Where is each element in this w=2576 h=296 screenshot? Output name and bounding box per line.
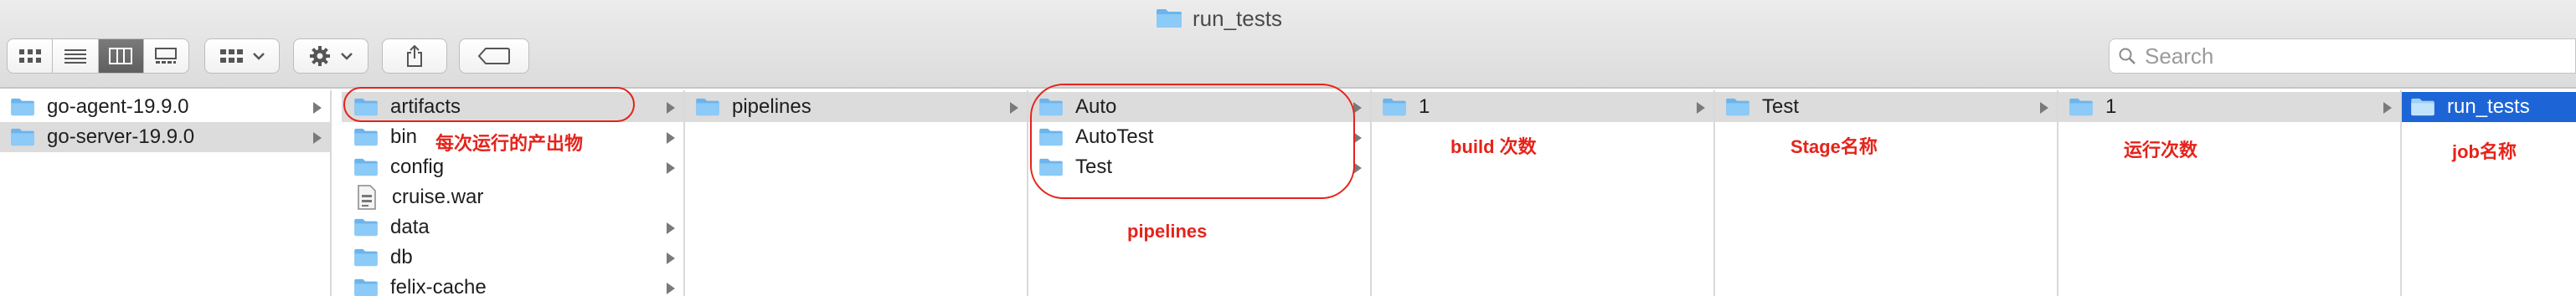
disclosure-arrow-icon <box>667 283 675 294</box>
column-0: go-agent-19.9.0 go-server-19.9.0 <box>0 90 332 296</box>
list-item[interactable]: 1 <box>2058 92 2400 122</box>
folder-icon <box>2069 98 2093 116</box>
list-item-label: 1 <box>1419 95 1430 118</box>
annotation-job: job名称 <box>2452 141 2517 162</box>
disclosure-arrow-icon <box>2383 102 2392 114</box>
list-item[interactable]: go-agent-19.9.0 <box>0 92 330 122</box>
gear-icon <box>310 46 330 66</box>
tag-button[interactable] <box>459 38 529 74</box>
column-7: run_tests <box>2402 90 2576 296</box>
list-item[interactable]: 1 <box>1372 92 1713 122</box>
list-item-label: data <box>390 216 430 238</box>
list-item-label: config <box>390 156 445 178</box>
search-field[interactable]: Search <box>2109 38 2576 74</box>
disclosure-arrow-icon <box>667 222 675 234</box>
folder-icon <box>696 98 719 116</box>
disclosure-arrow-icon <box>667 132 675 144</box>
annotation-pipelines: pipelines <box>1127 221 1208 242</box>
chevron-down-icon <box>253 53 265 60</box>
list-item-label: bin <box>390 125 418 148</box>
column-2: pipelines <box>685 90 1028 296</box>
column-5: Test <box>1715 90 2058 296</box>
list-item-label: db <box>390 246 413 268</box>
disclosure-arrow-icon <box>313 132 322 144</box>
search-placeholder: Search <box>2145 43 2214 69</box>
column-4: 1 <box>1372 90 1715 296</box>
folder-icon <box>1726 98 1749 116</box>
annotation-build: build 次数 <box>1450 136 1537 157</box>
gallery-view-icon <box>155 48 178 64</box>
list-item[interactable]: Test <box>1715 92 2057 122</box>
folder-icon <box>1157 9 1182 28</box>
search-icon <box>2119 48 2136 64</box>
window-title: run_tests <box>1156 3 1282 33</box>
column-6: 1 <box>2058 90 2402 296</box>
list-item-label: run_tests <box>2447 95 2530 118</box>
column-browser: go-agent-19.9.0 go-server-19.9.0 artifac… <box>0 84 2576 296</box>
folder-icon <box>354 218 378 237</box>
action-button[interactable] <box>293 38 368 74</box>
folder-icon <box>354 128 378 146</box>
annotation-artifacts: 每次运行的产出物 <box>435 133 584 154</box>
disclosure-arrow-icon <box>667 162 675 174</box>
list-item[interactable]: data <box>342 212 683 242</box>
list-item[interactable]: db <box>342 242 683 273</box>
list-item[interactable]: pipelines <box>685 92 1027 122</box>
window-title-text: run_tests <box>1193 5 1282 31</box>
icon-view-button[interactable] <box>8 39 54 73</box>
share-button[interactable] <box>382 38 447 74</box>
tag-icon <box>477 48 510 64</box>
column-view-icon <box>109 48 133 64</box>
folder-icon <box>11 128 34 146</box>
folder-icon <box>11 98 34 116</box>
group-by-button[interactable] <box>204 38 280 74</box>
disclosure-arrow-icon <box>667 102 675 114</box>
share-icon <box>407 44 422 67</box>
list-item-label: 1 <box>2105 95 2117 118</box>
annotation-stage: Stage名称 <box>1790 136 1878 157</box>
view-mode-control <box>7 38 189 74</box>
annotation-ring-pipelines <box>1030 84 1355 199</box>
list-item[interactable]: cruise.war <box>342 182 683 212</box>
list-item-label: go-server-19.9.0 <box>47 125 195 148</box>
list-item[interactable]: felix-cache <box>342 273 683 296</box>
list-item-label: pipelines <box>732 95 811 118</box>
finder-toolbar: run_tests Search <box>0 0 2576 89</box>
annotation-run: 运行次数 <box>2124 140 2198 161</box>
list-item-label: go-agent-19.9.0 <box>47 95 189 118</box>
disclosure-arrow-icon <box>1697 102 1705 114</box>
list-item[interactable]: go-server-19.9.0 <box>0 122 330 152</box>
gallery-view-button[interactable] <box>144 39 188 73</box>
list-item[interactable]: run_tests <box>2402 92 2576 122</box>
disclosure-arrow-icon <box>1010 102 1018 114</box>
list-view-button[interactable] <box>53 39 99 73</box>
disclosure-arrow-icon <box>667 253 675 264</box>
list-item[interactable]: config <box>342 152 683 182</box>
group-by-icon <box>220 49 243 63</box>
war-file-icon <box>358 185 376 210</box>
list-item-label: Test <box>1762 95 1800 118</box>
icon-view-icon <box>18 49 41 63</box>
list-view-icon <box>64 49 86 64</box>
folder-icon <box>354 278 378 296</box>
folder-icon <box>354 158 378 176</box>
annotation-ring-artifacts <box>343 87 635 122</box>
column-view-button[interactable] <box>98 39 144 73</box>
list-item-label: felix-cache <box>390 276 487 296</box>
disclosure-arrow-icon <box>2040 102 2048 114</box>
folder-icon <box>2411 98 2434 116</box>
chevron-down-icon <box>341 53 353 60</box>
folder-icon <box>1383 98 1406 116</box>
list-item-label: cruise.war <box>392 186 484 208</box>
folder-icon <box>354 248 378 267</box>
disclosure-arrow-icon <box>313 102 322 114</box>
